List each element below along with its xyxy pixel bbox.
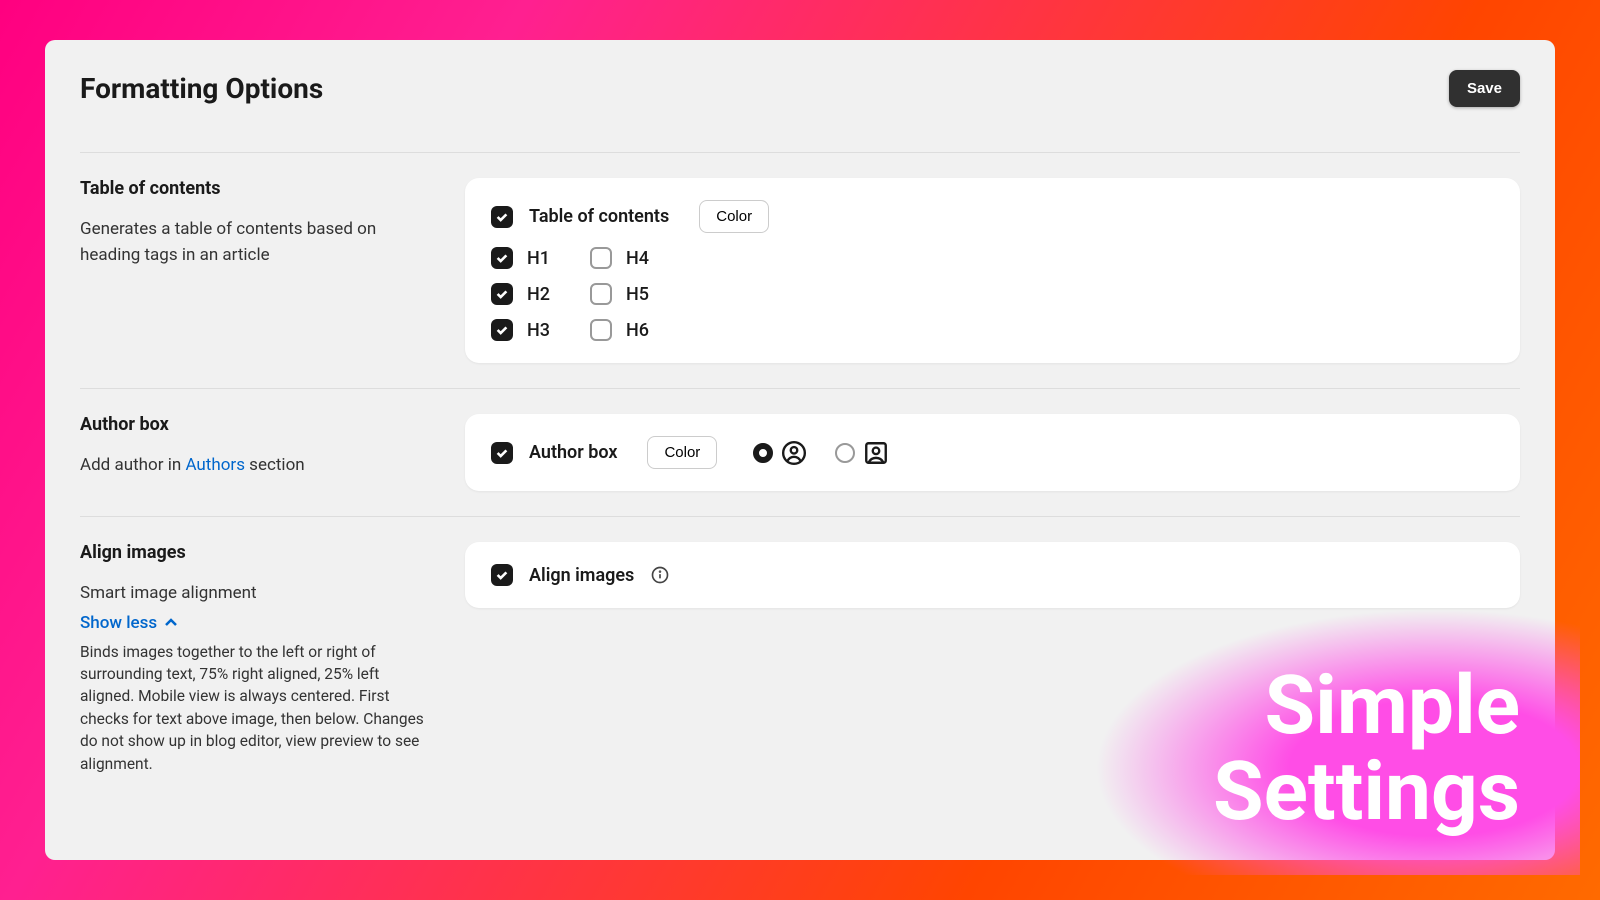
author-card: Author box Color [465,414,1520,491]
h2-label: H2 [527,284,550,305]
marketing-overlay: Simple Settings [1093,608,1580,875]
align-enable-label: Align images [529,565,634,586]
align-subtitle: Smart image alignment [80,581,435,607]
h1-checkbox[interactable] [491,247,513,269]
h4-label: H4 [626,248,649,269]
info-icon[interactable] [650,565,670,585]
user-square-icon [863,440,889,466]
toc-enable-label: Table of contents [529,206,669,227]
section-author: Author box Add author in Authors section… [80,388,1520,516]
h6-checkbox[interactable] [590,319,612,341]
user-circle-icon [781,440,807,466]
author-desc-post: section [245,455,305,475]
show-less-toggle[interactable]: Show less [80,613,435,633]
save-button[interactable]: Save [1449,70,1520,107]
authors-link[interactable]: Authors [185,455,245,475]
toc-desc: Generates a table of contents based on h… [80,217,435,268]
h3-label: H3 [527,320,550,341]
header: Formatting Options Save [80,70,1520,107]
toc-title: Table of contents [80,178,435,199]
align-detail: Binds images together to the left or rig… [80,641,435,776]
align-enable-checkbox[interactable] [491,564,513,586]
toc-card: Table of contents Color H1 H4 H2 H5 H3 H… [465,178,1520,363]
overlay-line1: Simple [1213,663,1520,749]
h6-label: H6 [626,320,649,341]
author-color-button[interactable]: Color [647,436,717,469]
author-enable-label: Author box [529,442,617,463]
avatar-style-group [753,440,907,466]
author-desc: Add author in Authors section [80,453,435,479]
show-less-label: Show less [80,613,157,633]
heading-grid: H1 H4 H2 H5 H3 H6 [491,247,649,341]
avatar-style-circle-radio[interactable] [753,443,773,463]
align-card: Align images [465,542,1520,608]
h3-checkbox[interactable] [491,319,513,341]
h2-checkbox[interactable] [491,283,513,305]
h5-checkbox[interactable] [590,283,612,305]
h1-label: H1 [527,248,550,269]
chevron-up-icon [163,615,179,631]
author-title: Author box [80,414,435,435]
align-title: Align images [80,542,435,563]
section-toc: Table of contents Generates a table of c… [80,152,1520,388]
author-desc-pre: Add author in [80,455,185,475]
h5-label: H5 [626,284,649,305]
overlay-line2: Settings [1213,749,1520,835]
avatar-style-square-radio[interactable] [835,443,855,463]
toc-enable-checkbox[interactable] [491,206,513,228]
author-enable-checkbox[interactable] [491,442,513,464]
toc-color-button[interactable]: Color [699,200,769,233]
page-title: Formatting Options [80,72,323,105]
h4-checkbox[interactable] [590,247,612,269]
